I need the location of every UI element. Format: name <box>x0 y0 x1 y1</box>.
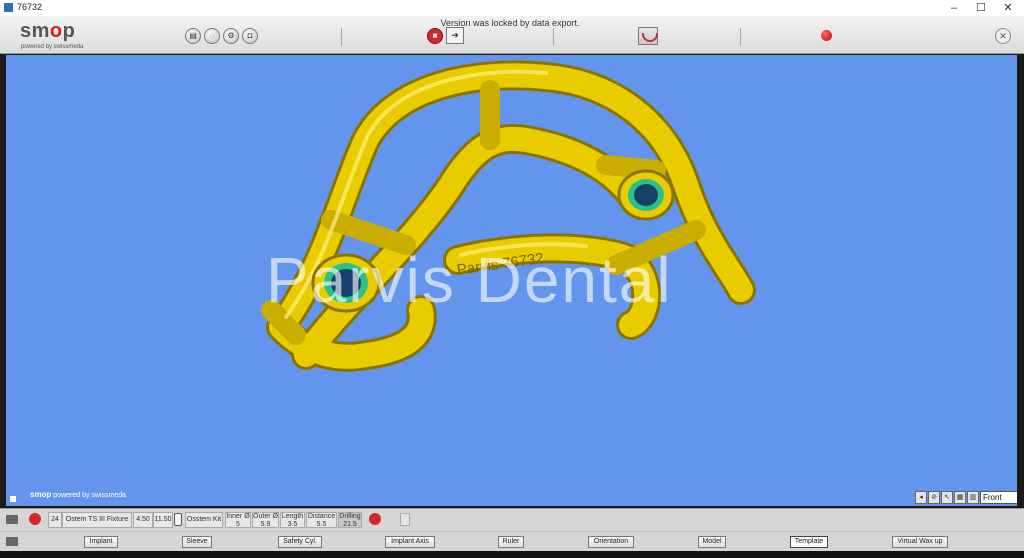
close-case-button[interactable]: ✕ <box>995 28 1011 44</box>
toolbar-divider <box>341 28 342 46</box>
grid-icon: ▦ <box>956 494 964 501</box>
viewport-brand-text: powered by swissmeda <box>51 492 127 499</box>
layers-icon: ▥ <box>969 494 977 501</box>
kit-icon <box>174 513 182 526</box>
export-icon: ➔ <box>451 30 459 40</box>
prev-view-button[interactable]: ◂ <box>915 491 927 504</box>
viewport-brand-logo: smop <box>30 490 52 499</box>
pointer-button[interactable]: ↖ <box>941 491 953 504</box>
main-toolbar: smop powered by swissmeda Version was lo… <box>0 16 1024 54</box>
minimize-button[interactable]: – <box>940 0 968 16</box>
implant-lock-icon[interactable] <box>29 513 41 525</box>
sleeve-length: Length 3.5 <box>280 512 305 528</box>
window-title: 76732 <box>17 2 43 12</box>
sleeve-length-label: Length <box>281 513 304 520</box>
app-logo: smop <box>20 20 75 43</box>
implant-diameter: 4.50 <box>133 512 153 528</box>
3d-viewport[interactable]: Parvis 76732 Parvis Dental smop powered … <box>6 55 1017 506</box>
grid-button[interactable]: ▦ <box>954 491 966 504</box>
step-tab-bar: Implant Sleeve Safety Cyl. Implant Axis … <box>0 531 1024 552</box>
stop-icon: ⊘ <box>931 494 937 501</box>
viewport-brand: smop powered by swissmeda <box>30 490 126 499</box>
view-select-value: Front <box>983 493 1002 502</box>
inner-label: Inner Ø <box>226 513 250 520</box>
drill-kit-value: Osstem Kit <box>186 516 222 523</box>
taskbar-strip <box>0 551 1024 558</box>
tooth-position-value: 24 <box>51 516 59 523</box>
drill-kit[interactable]: Osstem Kit <box>185 512 223 528</box>
tooth-position: 24 <box>48 512 62 528</box>
toolbar-divider <box>740 28 741 46</box>
window-titlebar: 76732 – ☐ ✕ <box>0 0 1024 17</box>
lock-icon: ■ <box>432 31 438 40</box>
sleeve-inner-diameter: Inner Ø5 <box>225 512 251 528</box>
distance-label: Distance <box>307 513 336 520</box>
close-icon: ✕ <box>999 31 1007 41</box>
tab-ruler[interactable]: Ruler <box>498 536 524 548</box>
sleeve-outer-diameter: Outer Ø 5.9 <box>252 512 279 528</box>
logo-text-end: p <box>62 20 76 42</box>
maximize-button[interactable]: ☐ <box>967 0 995 16</box>
tab-implant-axis[interactable]: Implant Axis <box>385 536 435 548</box>
logo-text-o: o <box>49 20 63 42</box>
implant-name[interactable]: Ostem TS III Fixture <box>62 512 132 528</box>
tab-orientation[interactable]: Orientation <box>588 536 634 548</box>
implant-name-value: Ostem TS III Fixture <box>65 516 129 523</box>
drilling-depth: Drilling 21.5 <box>338 512 362 528</box>
tab-virtual-wax-up[interactable]: Virtual Wax up <box>892 536 948 548</box>
cursor-icon: ↖ <box>944 494 950 501</box>
gears-icon: ⚙ <box>227 31 235 40</box>
view-controls: ◂ ⊘ ↖ ▦ ▥ Front ▾ <box>915 491 1017 504</box>
drilling-value: 21.5 <box>343 521 357 528</box>
trash-icon[interactable] <box>400 513 410 526</box>
hint-button[interactable]: ◌ <box>204 28 220 44</box>
sleeve-lock-icon[interactable] <box>369 513 381 525</box>
tab-template[interactable]: Template <box>790 536 828 548</box>
right-sleeve[interactable] <box>617 169 675 221</box>
toolbar-divider <box>553 28 554 46</box>
tab-model[interactable]: Model <box>698 536 726 548</box>
camera-icon: ◘ <box>247 31 253 40</box>
view-select[interactable]: Front ▾ <box>980 491 1017 504</box>
axis-indicator <box>10 496 16 502</box>
close-window-button[interactable]: ✕ <box>994 0 1022 16</box>
collapse-panel-icon[interactable] <box>6 515 18 524</box>
layers-button[interactable]: ▥ <box>967 491 979 504</box>
implant-info-bar: 24 Ostem TS III Fixture 4.50 11.50 Osste… <box>0 508 1024 531</box>
implant-length: 11.50 <box>153 512 173 528</box>
outer-value: 5.9 <box>260 521 271 528</box>
stop-button[interactable]: ⊘ <box>928 491 940 504</box>
outer-label: Outer Ø <box>253 513 278 520</box>
distance-value: 5.5 <box>316 521 327 528</box>
template-view-button[interactable] <box>638 27 658 45</box>
tab-sleeve[interactable]: Sleeve <box>182 536 212 548</box>
tab-implant[interactable]: Implant <box>84 536 118 548</box>
collapse-tabs-icon[interactable] <box>6 537 18 546</box>
tab-safety-cyl[interactable]: Safety Cyl. <box>278 536 322 548</box>
settings-button[interactable]: ⚙ <box>223 28 239 44</box>
export-button[interactable]: ➔ <box>446 27 464 44</box>
disk-icon: ▤ <box>189 31 197 40</box>
save-button[interactable]: ▤ <box>185 28 201 44</box>
inner-value: 5 <box>236 521 240 528</box>
lock-button[interactable]: ■ <box>427 28 443 44</box>
watermark: Parvis Dental <box>266 244 673 316</box>
implant-length-value: 11.50 <box>154 516 172 523</box>
app-icon <box>4 3 13 12</box>
logo-subtitle: powered by swissmeda <box>21 44 84 50</box>
lightbulb-icon: ◌ <box>209 31 215 40</box>
sleeve-distance: Distance 5.5 <box>306 512 337 528</box>
drilling-label: Drilling <box>339 513 361 520</box>
screenshot-button[interactable]: ◘ <box>242 28 258 44</box>
implant-diameter-value: 4.50 <box>136 516 150 523</box>
record-indicator[interactable] <box>821 30 832 41</box>
chevron-left-icon: ◂ <box>919 494 923 501</box>
arch-icon <box>642 33 658 42</box>
logo-text-start: sm <box>20 20 50 42</box>
sleeve-length-value: 3.5 <box>287 521 298 528</box>
